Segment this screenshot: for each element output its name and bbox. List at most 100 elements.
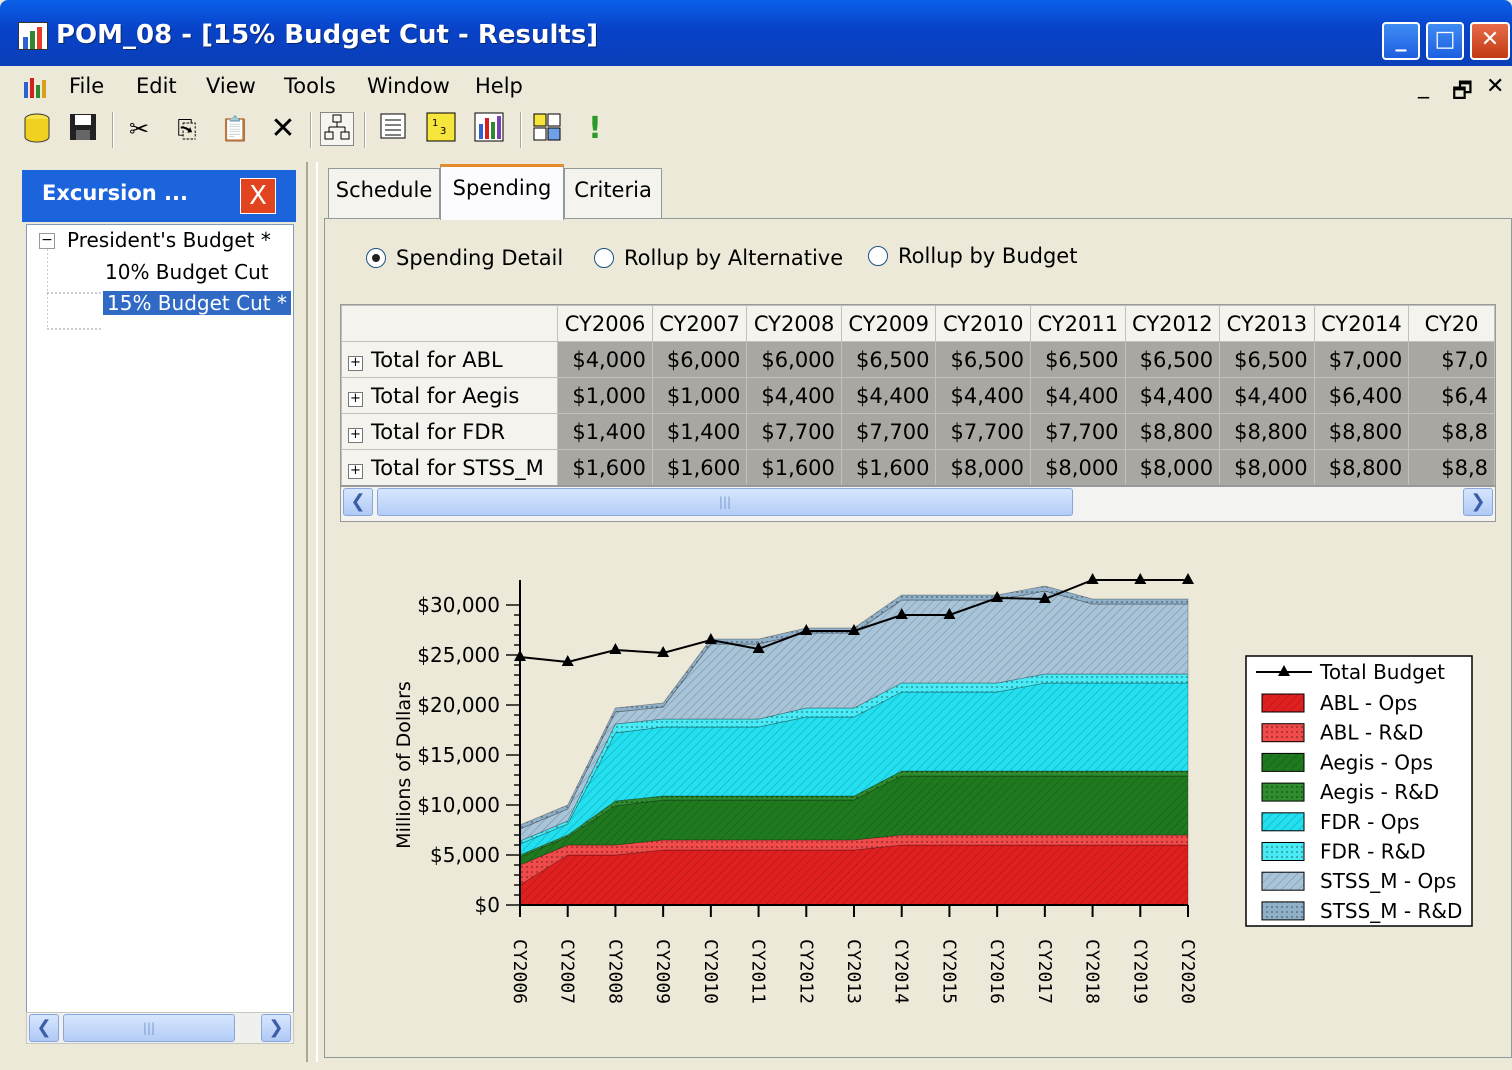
grid-cell[interactable]: $7,700 — [1030, 413, 1126, 450]
grid-cell[interactable]: $8,800 — [1124, 413, 1221, 450]
radio-spending-detail[interactable]: Spending Detail — [366, 246, 563, 270]
grid-cell[interactable]: $8,000 — [1124, 449, 1221, 485]
chart-icon[interactable] — [472, 112, 506, 146]
grid-cell[interactable]: $8,8 — [1408, 413, 1495, 450]
scroll-right-icon[interactable]: ❯ — [261, 1014, 291, 1042]
grid-column-header[interactable]: CY2009 — [840, 305, 937, 342]
grid-cell[interactable]: $4,400 — [935, 377, 1031, 414]
collapse-icon[interactable]: − — [39, 233, 55, 249]
menu-window[interactable]: Window — [367, 74, 450, 98]
grid-column-header[interactable]: CY2012 — [1124, 305, 1221, 342]
tab-criteria[interactable]: Criteria — [564, 168, 662, 218]
grid-hscrollbar[interactable]: ❮ ||| ❯ — [340, 486, 1496, 522]
paste-icon[interactable]: 📋 — [218, 112, 252, 146]
grid-cell[interactable]: $1,400 — [651, 413, 748, 450]
expand-icon[interactable]: + — [348, 427, 363, 443]
grid-scroll-thumb[interactable]: ||| — [377, 488, 1073, 516]
grid-cell[interactable]: $1,600 — [557, 449, 653, 485]
grid-cell[interactable]: $8,800 — [1313, 449, 1410, 485]
scroll-left-icon[interactable]: ❮ — [29, 1014, 59, 1042]
grid-scroll-right-icon[interactable]: ❯ — [1463, 488, 1493, 516]
grid-column-header[interactable]: CY2014 — [1313, 305, 1410, 342]
grid-cell[interactable]: $6,500 — [1124, 341, 1221, 378]
grid-row-header[interactable]: + Total for ABL — [341, 341, 559, 378]
delete-icon[interactable]: ✕ — [266, 112, 300, 146]
grid-row[interactable]: + Total for Aegis $1,000 $1,000 $4,400 $4,400… — [341, 377, 1495, 414]
grid-cell[interactable]: $8,000 — [1219, 449, 1315, 485]
grid-row-header[interactable]: + Total for FDR — [341, 413, 559, 450]
tree-node-presidents-budget[interactable]: President's Budget * — [67, 228, 271, 252]
list-icon[interactable] — [376, 112, 410, 146]
panel-close-button[interactable]: X — [240, 178, 276, 214]
expand-icon[interactable]: + — [348, 355, 363, 371]
grid-cell[interactable]: $6,000 — [651, 341, 748, 378]
grid-column-header[interactable]: CY2008 — [746, 305, 842, 342]
grid-row[interactable]: + Total for FDR $1,400 $1,400 $7,700 $7,700 $7… — [341, 413, 1495, 450]
grid-cell[interactable]: $6,500 — [1030, 341, 1126, 378]
menu-help[interactable]: Help — [475, 74, 523, 98]
maximize-button[interactable]: □ — [1426, 22, 1464, 60]
grid-cell[interactable]: $1,600 — [746, 449, 842, 485]
run-icon[interactable]: ! — [578, 112, 612, 146]
copy-icon[interactable]: ⎘ — [170, 112, 204, 146]
tab-spending[interactable]: Spending — [440, 164, 564, 220]
grid-cell[interactable]: $8,000 — [1030, 449, 1126, 485]
grid-cell[interactable]: $4,400 — [1219, 377, 1315, 414]
grid-row-header[interactable]: + Total for Aegis — [341, 377, 559, 414]
grid-cell[interactable]: $7,700 — [840, 413, 937, 450]
cut-icon[interactable]: ✂ — [122, 112, 156, 146]
grid-cell[interactable]: $1,600 — [651, 449, 748, 485]
save-icon[interactable] — [66, 112, 100, 146]
grid-row-header[interactable]: + Total for STSS_M — [341, 449, 559, 485]
document-chart-icon[interactable] — [22, 76, 48, 98]
grid-cell[interactable]: $1,000 — [651, 377, 748, 414]
database-icon[interactable] — [20, 112, 54, 146]
minimize-button[interactable]: _ — [1382, 22, 1420, 60]
grid-scroll-left-icon[interactable]: ❮ — [343, 488, 373, 516]
grid-column-header[interactable]: CY2011 — [1030, 305, 1126, 342]
grid-cell[interactable]: $4,000 — [557, 341, 653, 378]
grid-cell[interactable]: $6,000 — [746, 341, 842, 378]
grid-cell[interactable]: $8,000 — [935, 449, 1031, 485]
tab-schedule[interactable]: Schedule — [328, 168, 440, 218]
grid-column-header[interactable]: CY2007 — [651, 305, 748, 342]
grid-cell[interactable]: $7,700 — [746, 413, 842, 450]
menu-view[interactable]: View — [206, 74, 256, 98]
radio-rollup-budget[interactable]: Rollup by Budget — [868, 244, 1077, 268]
grid-cell[interactable]: $6,400 — [1313, 377, 1410, 414]
grid-column-header[interactable]: CY2006 — [557, 305, 653, 342]
close-button[interactable]: ✕ — [1470, 22, 1510, 60]
menu-edit[interactable]: Edit — [136, 74, 177, 98]
grid-cell[interactable]: $4,400 — [1030, 377, 1126, 414]
grid-cell[interactable]: $6,4 — [1408, 377, 1495, 414]
grid-cell[interactable]: $6,500 — [1219, 341, 1315, 378]
grid-cell[interactable]: $8,800 — [1219, 413, 1315, 450]
grid-cell[interactable]: $1,400 — [557, 413, 653, 450]
radio-rollup-alternative[interactable]: Rollup by Alternative — [594, 246, 843, 270]
expand-icon[interactable]: + — [348, 463, 363, 479]
grid-column-header[interactable]: CY2010 — [935, 305, 1031, 342]
mdi-close-icon[interactable]: ✕ — [1486, 74, 1504, 99]
grid-cell[interactable]: $7,0 — [1408, 341, 1495, 378]
tree-node-15-budget-cut[interactable]: 15% Budget Cut * — [103, 291, 291, 315]
grid-cell[interactable]: $4,400 — [746, 377, 842, 414]
mdi-minimize-icon[interactable]: _ — [1418, 74, 1429, 99]
scroll-thumb[interactable]: ||| — [63, 1014, 235, 1042]
grid-row[interactable]: + Total for STSS_M $1,600 $1,600 $1,600 $1,60… — [341, 449, 1495, 485]
pane-splitter[interactable] — [306, 162, 318, 1062]
grid-cell[interactable]: $4,400 — [840, 377, 937, 414]
grid-cell[interactable]: $6,500 — [840, 341, 937, 378]
menu-tools[interactable]: Tools — [284, 74, 336, 98]
grid-row[interactable]: + Total for ABL $4,000 $6,000 $6,000 $6,500 $6… — [341, 341, 1495, 378]
tree-node-10-budget-cut[interactable]: 10% Budget Cut — [105, 260, 269, 284]
grid-cell[interactable]: $1,000 — [557, 377, 653, 414]
tree-hscrollbar[interactable]: ❮ ||| ❯ — [26, 1012, 294, 1044]
grid-cell[interactable]: $6,500 — [935, 341, 1031, 378]
grid-column-header[interactable]: CY20 — [1408, 305, 1495, 342]
grid-cell[interactable]: $1,600 — [840, 449, 937, 485]
menu-file[interactable]: File — [69, 74, 104, 98]
grid-cell[interactable]: $7,000 — [1313, 341, 1410, 378]
table-icon[interactable]: 13 — [424, 112, 458, 146]
layout-icon[interactable] — [530, 112, 564, 146]
grid-cell[interactable]: $4,400 — [1124, 377, 1221, 414]
